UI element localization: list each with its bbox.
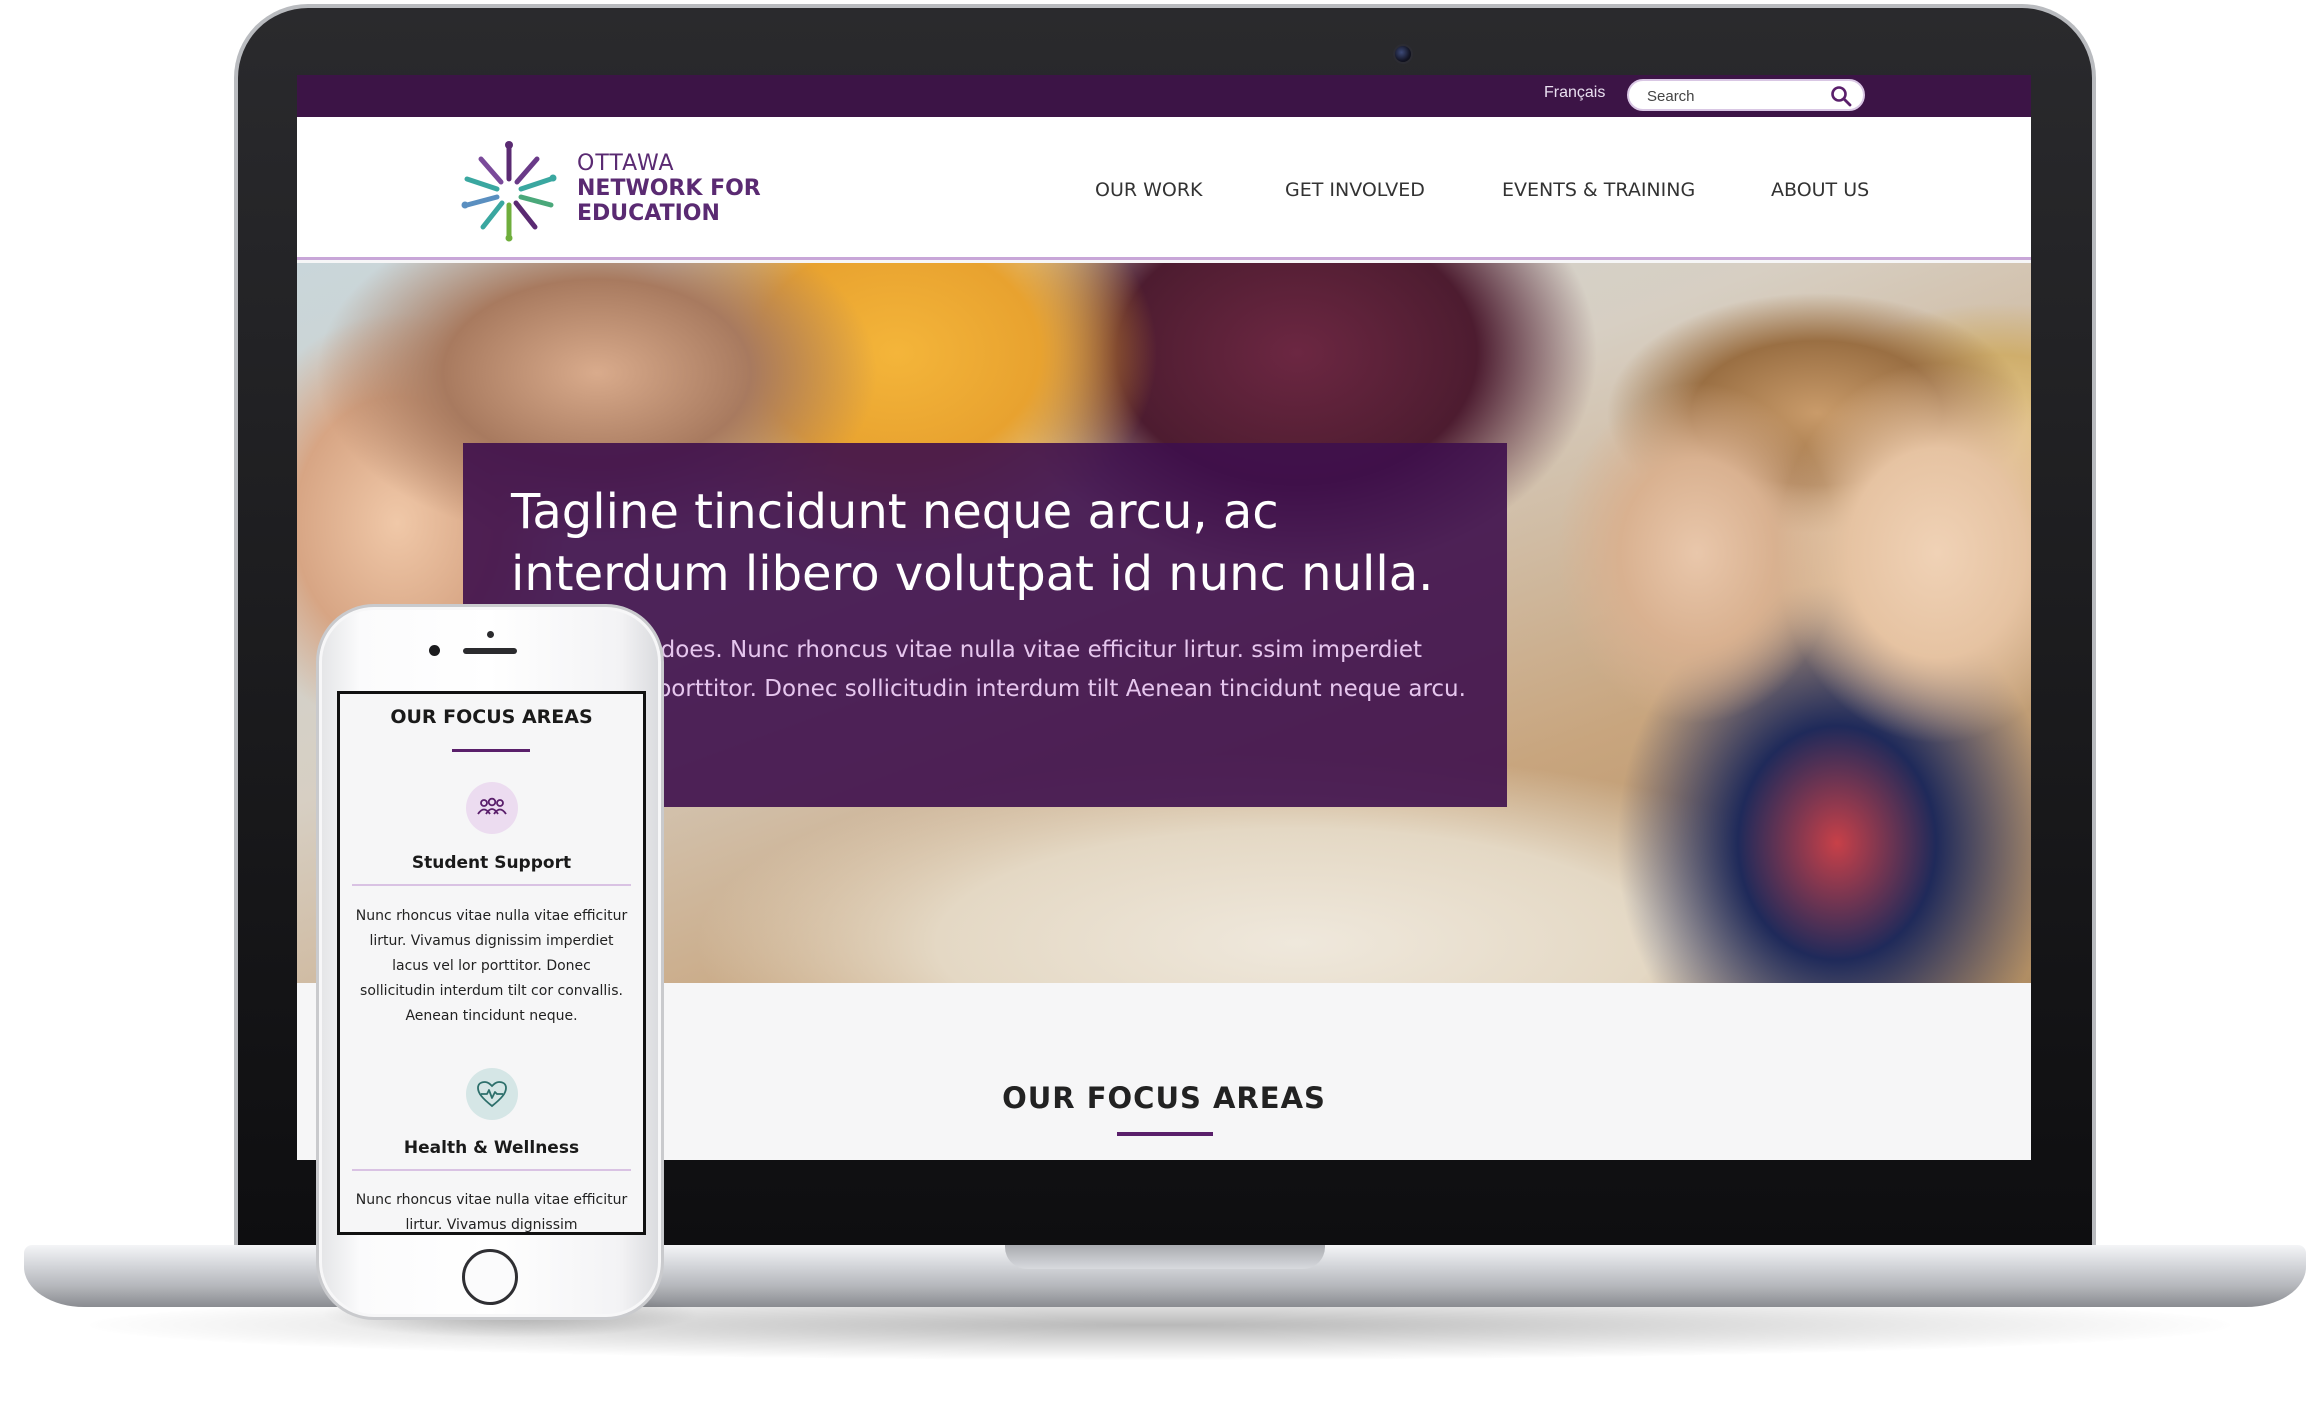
webcam-icon: [1393, 44, 1413, 64]
focus-item-heading: Health & Wellness: [403, 1138, 580, 1158]
heartbeat-icon: [466, 1068, 518, 1120]
phone-speaker: [463, 648, 517, 654]
search-input[interactable]: [1647, 86, 1827, 106]
focus-item-heading: Student Support: [411, 853, 572, 873]
mobile-website: OUR FOCUS AREAS Student Support Nunc rho…: [337, 691, 646, 1235]
mobile-heading-underline: [452, 749, 530, 752]
search-icon[interactable]: [1829, 84, 1853, 108]
divider: [352, 884, 631, 886]
logo-line-1: OTTAWA: [577, 151, 675, 176]
phone-device: OUR FOCUS AREAS Student Support Nunc rho…: [316, 604, 664, 1320]
logo-wordmark[interactable]: OTTAWA NETWORK FOR EDUCATION: [577, 151, 761, 226]
search-box[interactable]: [1627, 79, 1865, 111]
nav-get-involved[interactable]: GET INVOLVED: [1285, 179, 1425, 201]
mobile-focus-heading: OUR FOCUS AREAS: [390, 706, 593, 728]
utility-bar: Français: [297, 75, 2031, 117]
language-link[interactable]: Français: [1544, 84, 1605, 102]
focus-item-text: Nunc rhoncus vitae nulla vitae efficitur…: [355, 1192, 628, 1233]
people-icon: [466, 782, 518, 834]
logo-line-2: NETWORK FOR: [577, 176, 761, 201]
nav-about-us[interactable]: ABOUT US: [1771, 179, 1869, 201]
phone-camera-icon: [429, 645, 440, 656]
focus-item-text: Nunc rhoncus vitae nulla vitae efficitur…: [355, 908, 628, 1024]
logo-starburst-icon[interactable]: [457, 139, 561, 243]
logo-line-3: EDUCATION: [577, 201, 720, 226]
hero-tagline: Tagline tincidunt neque arcu, ac interdu…: [511, 484, 1434, 602]
nav-our-work[interactable]: OUR WORK: [1095, 179, 1203, 201]
home-button[interactable]: [462, 1249, 518, 1305]
laptop-notch: [1005, 1245, 1325, 1269]
nav-events-training[interactable]: EVENTS & TRAINING: [1502, 179, 1695, 201]
phone-sensor: [487, 631, 494, 638]
heading-underline: [1117, 1132, 1213, 1136]
divider: [352, 1169, 631, 1171]
site-header: OTTAWA NETWORK FOR EDUCATION OUR WORK GE…: [297, 117, 2031, 260]
